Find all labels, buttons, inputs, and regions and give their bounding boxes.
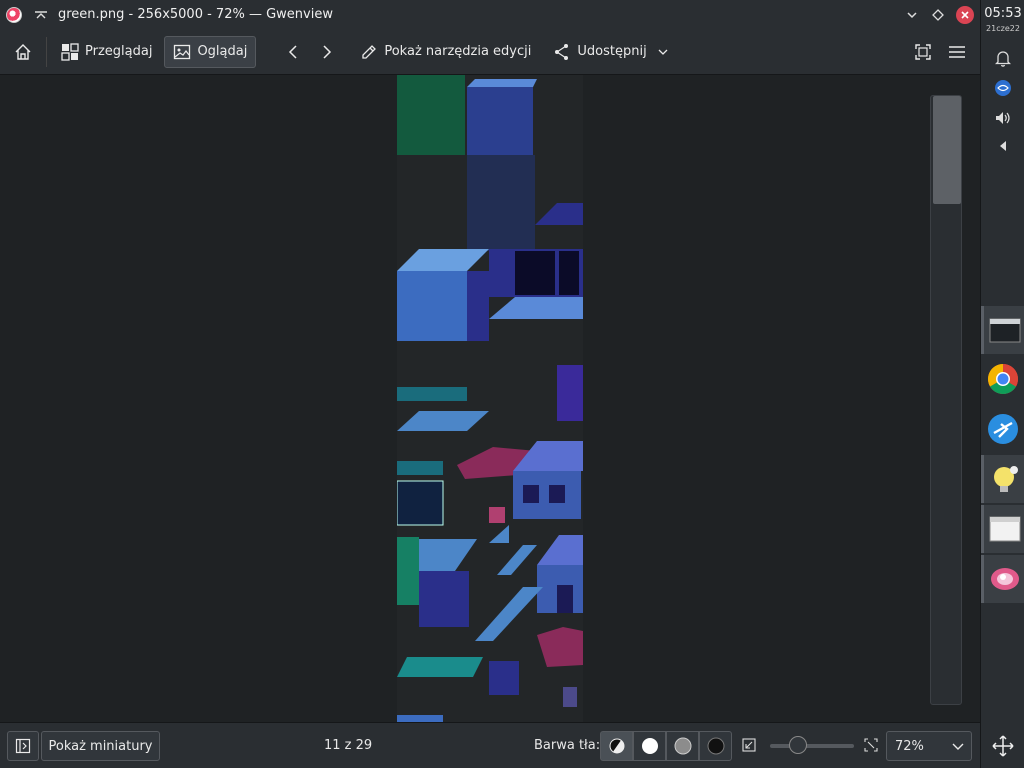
hamburger-menu-button[interactable] <box>940 36 974 68</box>
image-icon <box>173 43 191 61</box>
keep-above-icon[interactable] <box>34 8 48 22</box>
browse-grid-icon <box>61 42 79 61</box>
maximize-button[interactable] <box>930 7 946 23</box>
edit-tools-label: Pokaż narzędzia edycji <box>384 44 532 59</box>
browse-label: Przeglądaj <box>85 44 153 59</box>
task-lightbulb-app[interactable] <box>981 455 1024 503</box>
zoom-fill-icon <box>864 738 878 752</box>
chrome-icon <box>987 363 1019 395</box>
window-icon <box>989 515 1021 543</box>
view-button[interactable]: Oglądaj <box>164 35 257 68</box>
displayed-image <box>396 75 583 722</box>
system-panel: 05:53 21cze22 <box>980 0 1024 768</box>
volume-icon[interactable] <box>993 108 1013 128</box>
image-position-counter: 11 z 29 <box>324 738 373 753</box>
bg-dark-button[interactable] <box>699 731 732 761</box>
task-window[interactable] <box>981 505 1024 553</box>
half-circle-icon <box>609 738 625 754</box>
hamburger-menu-icon <box>948 43 966 61</box>
show-thumbnails-button[interactable]: Pokaż miniatury <box>41 731 160 761</box>
toggle-sidebar-button[interactable] <box>7 731 39 761</box>
zoom-to-fit-button[interactable] <box>742 738 756 756</box>
minimize-button[interactable] <box>904 7 920 23</box>
image-viewport[interactable] <box>0 75 980 722</box>
clock-time[interactable]: 05:53 <box>981 6 1024 21</box>
fullscreen-icon <box>914 43 932 61</box>
main-toolbar: Przeglądaj Oglądaj Pokaż narzędzia edycj… <box>0 29 980 75</box>
scrollbar-thumb[interactable] <box>933 96 961 204</box>
toolbar-separator <box>46 36 47 67</box>
zoom-value: 72% <box>895 738 924 754</box>
zoom-slider-handle[interactable] <box>789 736 807 754</box>
sidebar-icon <box>15 738 31 754</box>
task-file-manager[interactable] <box>981 306 1024 354</box>
move-widget-icon[interactable] <box>991 734 1015 758</box>
background-color-label: Barwa tła: <box>534 738 601 753</box>
chevron-right-icon <box>320 44 334 60</box>
expand-tray-icon[interactable] <box>993 136 1013 156</box>
gray-circle-icon <box>674 737 692 755</box>
zoom-fit-icon <box>742 738 756 752</box>
bg-neutral-button[interactable] <box>666 731 699 761</box>
airplane-icon <box>987 413 1019 445</box>
network-icon[interactable] <box>993 78 1013 98</box>
browse-button[interactable]: Przeglądaj <box>53 36 160 68</box>
gwenview-app-icon[interactable] <box>6 6 22 23</box>
window-title: green.png - 256x5000 - 72% — Gwenview <box>58 7 333 22</box>
bg-light-button[interactable] <box>633 731 666 761</box>
zoom-fill-button[interactable] <box>864 738 878 756</box>
previous-button[interactable] <box>278 36 308 68</box>
vertical-scrollbar[interactable] <box>930 95 962 705</box>
lightbulb-icon <box>989 463 1021 495</box>
task-plane-app[interactable] <box>981 405 1024 453</box>
show-edit-tools-button[interactable]: Pokaż narzędzia edycji <box>352 36 539 68</box>
background-color-group <box>600 731 732 761</box>
folder-icon <box>989 316 1021 344</box>
close-button[interactable] <box>956 5 974 24</box>
task-chrome[interactable] <box>981 355 1024 403</box>
fullscreen-button[interactable] <box>906 36 940 68</box>
chevron-down-icon <box>951 738 965 754</box>
clock-date[interactable]: 21cze22 <box>981 24 1024 33</box>
task-gwenview[interactable] <box>981 555 1024 603</box>
notifications-bell-icon[interactable] <box>993 48 1013 68</box>
next-button[interactable] <box>312 36 342 68</box>
white-circle-icon <box>641 737 659 755</box>
zoom-combobox[interactable]: 72% <box>886 731 972 761</box>
pencil-icon <box>360 43 378 61</box>
gwenview-icon <box>989 565 1021 593</box>
share-label: Udostępnij <box>577 44 647 59</box>
title-bar: green.png - 256x5000 - 72% — Gwenview <box>0 0 980 29</box>
home-icon <box>14 43 32 61</box>
chevron-left-icon <box>286 44 300 60</box>
share-button[interactable]: Udostępnij <box>545 36 676 68</box>
status-bar: Pokaż miniatury 11 z 29 Barwa tła: 72% <box>0 722 980 768</box>
view-label: Oglądaj <box>197 44 248 59</box>
zoom-slider-track[interactable] <box>770 744 854 748</box>
chevron-down-icon <box>657 46 669 58</box>
black-circle-icon <box>707 737 725 755</box>
share-icon <box>553 43 571 61</box>
home-button[interactable] <box>6 36 40 68</box>
bg-auto-button[interactable] <box>600 731 633 761</box>
